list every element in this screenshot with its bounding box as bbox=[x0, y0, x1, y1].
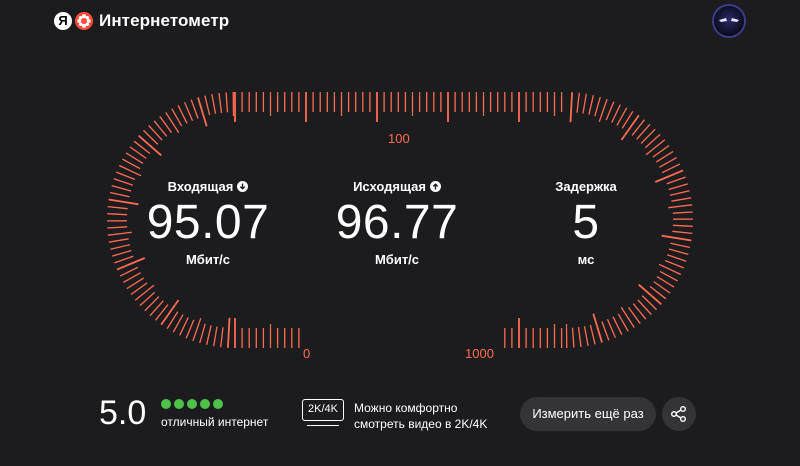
gauge-tick bbox=[225, 92, 229, 113]
gauge-tick bbox=[582, 93, 587, 114]
video-quality-badge: 2K/4K bbox=[302, 399, 344, 426]
gauge-tick bbox=[192, 317, 202, 342]
rating-stars bbox=[161, 399, 226, 409]
share-icon bbox=[670, 405, 687, 423]
gauge-tick bbox=[592, 313, 603, 343]
gauge-tick bbox=[199, 323, 206, 344]
upload-value: 96.77 bbox=[335, 196, 459, 249]
gauge-tick bbox=[184, 102, 194, 121]
gauge-tick bbox=[661, 163, 681, 174]
latency-title: Задержка bbox=[555, 178, 617, 194]
latency-unit: мс bbox=[577, 252, 595, 267]
gauge-tick bbox=[213, 326, 218, 347]
gauge-tick bbox=[134, 284, 155, 301]
gauge-tick bbox=[612, 316, 623, 335]
video-quality-text: Можно комфортно смотреть видео в 2K/4K bbox=[354, 401, 488, 431]
rating-star bbox=[213, 399, 223, 409]
upload-metric: Исходящая 96.77 Мбит/с bbox=[307, 177, 487, 268]
download-unit: Мбит/с bbox=[185, 252, 231, 267]
gauge-tick bbox=[205, 325, 212, 345]
gauge-tick bbox=[645, 139, 666, 156]
rating-value: 5.0 bbox=[99, 394, 147, 432]
gauge-tick bbox=[197, 97, 208, 127]
gauge-tick bbox=[638, 283, 662, 305]
rating-text: отличный интернет bbox=[161, 415, 269, 429]
gauge-tick bbox=[589, 324, 596, 345]
gauge-label-100: 100 bbox=[388, 131, 410, 146]
gauge-tick bbox=[571, 327, 575, 348]
gauge-tick bbox=[620, 114, 640, 141]
gauge-label-0: 0 bbox=[303, 346, 311, 361]
gauge-tick bbox=[190, 99, 199, 119]
gauge-tick bbox=[601, 321, 610, 341]
gauge-tick bbox=[576, 92, 580, 113]
download-value: 95.07 bbox=[146, 196, 270, 249]
share-button[interactable] bbox=[662, 397, 696, 431]
rating-star bbox=[174, 399, 184, 409]
latency-value: 5 bbox=[572, 196, 600, 249]
retest-button[interactable]: Измерить ещё раз bbox=[520, 397, 656, 431]
gauge-tick bbox=[598, 98, 608, 123]
download-metric: Входящая 95.07 Мбит/с bbox=[118, 177, 298, 268]
latency-metric: Задержка 5 мс bbox=[496, 177, 676, 268]
gauge-tick bbox=[620, 307, 635, 328]
gauge-label-1000: 1000 bbox=[465, 346, 494, 361]
result-footer: 5.0 отличный интернет 2K/4K Можно комфор… bbox=[0, 388, 800, 448]
gauge-tick bbox=[185, 319, 195, 339]
gauge-tick bbox=[177, 105, 188, 124]
gauge-tick bbox=[611, 104, 621, 123]
gauge-tick bbox=[160, 299, 180, 326]
rating-star bbox=[200, 399, 210, 409]
gauge-tick bbox=[204, 95, 211, 116]
gauge-tick bbox=[594, 96, 601, 117]
gauge-tick bbox=[165, 112, 180, 133]
arrow-up-icon bbox=[429, 180, 441, 192]
gauge-tick bbox=[606, 319, 616, 338]
arrow-down-icon bbox=[237, 180, 249, 192]
download-title: Входящая bbox=[167, 178, 234, 194]
gauge-tick bbox=[211, 93, 217, 114]
gauge-tick bbox=[577, 327, 582, 348]
gauge-tick bbox=[583, 326, 589, 347]
gauge-tick bbox=[138, 135, 162, 157]
gauge-tick bbox=[569, 92, 573, 123]
gauge-tick bbox=[227, 317, 231, 348]
upload-unit: Мбит/с bbox=[374, 252, 420, 267]
gauge-tick bbox=[588, 95, 595, 115]
rating-star bbox=[187, 399, 197, 409]
gauge-tick bbox=[220, 327, 224, 348]
rating-star bbox=[161, 399, 171, 409]
gauge-tick bbox=[605, 101, 615, 121]
upload-title: Исходящая bbox=[353, 178, 426, 194]
gauge-tick bbox=[218, 92, 223, 113]
gauge-tick bbox=[179, 317, 189, 336]
gauge-tick bbox=[119, 266, 139, 277]
